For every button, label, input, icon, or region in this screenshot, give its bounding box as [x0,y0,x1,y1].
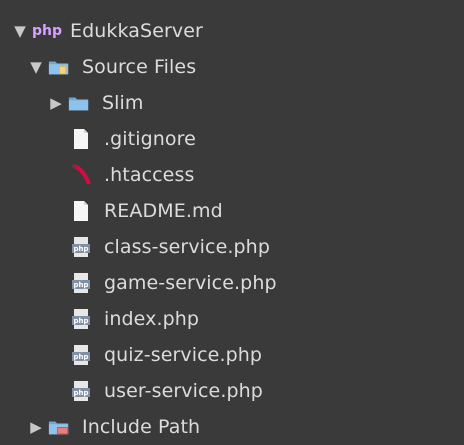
include-path-label: Include Path [82,416,201,438]
svg-text:php: php [73,353,88,361]
php-file-icon: php [70,343,92,367]
expanded-triangle-icon[interactable]: ▼ [12,22,28,40]
source-folder-icon [48,55,70,79]
project-root-row[interactable]: ▼ php EdukkaServer [12,13,203,49]
file-label: class-service.php [104,236,270,258]
file-row[interactable]: php quiz-service.php [70,337,262,373]
project-name: EdukkaServer [70,20,203,42]
include-path-folder-icon [48,415,70,439]
php-project-icon: php [32,23,63,39]
svg-text:php: php [73,281,88,289]
file-row[interactable]: php index.php [70,301,199,337]
slim-folder-label: Slim [102,92,144,114]
svg-text:php: php [73,317,88,325]
expanded-triangle-icon[interactable]: ▼ [28,58,44,76]
source-files-row[interactable]: ▼ Source Files [28,49,196,85]
file-label: game-service.php [104,272,277,294]
collapsed-triangle-icon[interactable]: ▶ [48,94,64,112]
php-file-icon: php [70,235,92,259]
file-label: quiz-service.php [104,344,263,366]
project-tree-panel: ▼ php EdukkaServer ▼ Source Files ▶ Slim [0,0,464,441]
file-row[interactable]: php class-service.php [70,229,270,265]
php-file-icon: php [70,379,92,403]
svg-text:php: php [73,245,88,253]
file-label: .gitignore [104,128,196,150]
slim-folder-row[interactable]: ▶ Slim [48,85,144,121]
file-row[interactable]: README.md [70,193,223,229]
php-file-icon: php [70,307,92,331]
include-path-row[interactable]: ▶ Include Path [28,409,200,445]
file-icon [70,127,92,151]
file-row[interactable]: php user-service.php [70,373,263,409]
file-label: user-service.php [104,380,263,402]
svg-text:php: php [73,389,88,397]
htaccess-icon [70,163,92,187]
file-label: README.md [104,200,223,222]
file-icon [70,199,92,223]
file-row[interactable]: .gitignore [70,121,196,157]
file-row[interactable]: php game-service.php [70,265,277,301]
php-file-icon: php [70,271,92,295]
file-row[interactable]: .htaccess [70,157,194,193]
collapsed-triangle-icon[interactable]: ▶ [28,418,44,436]
folder-icon [68,91,90,115]
file-label: .htaccess [104,164,195,186]
source-files-label: Source Files [82,56,197,78]
file-label: index.php [104,308,200,330]
